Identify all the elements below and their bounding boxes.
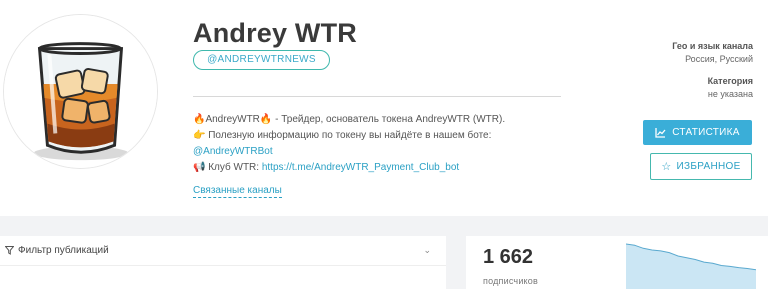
filter-label: Фильтр публикаций [18, 245, 109, 256]
bot-link[interactable]: @AndreyWTRBot [193, 146, 273, 157]
chevron-down-icon: ⌄ [423, 245, 431, 255]
description-line-1: 🔥AndreyWTR🔥 - Трейдер, основатель токена… [193, 112, 553, 128]
channel-handle-link[interactable]: @ANDREYWTRNEWS [193, 50, 330, 70]
filter-toggle[interactable]: Фильтр публикаций ⌄ [0, 236, 446, 266]
favorite-button[interactable]: ☆ ИЗБРАННОЕ [650, 153, 752, 180]
subscribers-count: 1 662 [483, 246, 534, 268]
avatar [3, 14, 158, 169]
club-bot-link[interactable]: https://t.me/AndreyWTR_Payment_Club_bot [262, 162, 459, 173]
trend-area [626, 244, 756, 289]
pointing-hand-icon: 👉 [193, 130, 206, 141]
fire-icon: 🔥 [193, 114, 206, 125]
geo-label: Гео и язык канала [672, 41, 753, 51]
subscribers-panel: 1 662 подписчиков [466, 236, 768, 289]
subscribers-trend-chart [626, 243, 756, 289]
statistics-button[interactable]: СТАТИСТИКА [643, 120, 752, 145]
category-label: Категория [707, 76, 753, 86]
whiskey-glass-icon [4, 15, 157, 168]
divider [193, 96, 561, 97]
geo-block: Гео и язык канала Россия, Русский [672, 41, 753, 64]
filter-icon [5, 246, 14, 255]
channel-description: 🔥AndreyWTR🔥 - Трейдер, основатель токена… [193, 112, 553, 176]
description-text: Полезную информацию по токену вы найдёте… [208, 130, 492, 141]
statistics-button-label: СТАТИСТИКА [672, 127, 740, 138]
description-line-2: 👉 Полезную информацию по токену вы найдё… [193, 128, 553, 144]
subscribers-label: подписчиков [483, 276, 538, 286]
category-block: Категория не указана [708, 76, 753, 99]
fire-icon: 🔥 [259, 114, 273, 125]
description-rest: - Трейдер, основатель токена AndreyWTR (… [272, 114, 506, 125]
chart-icon [655, 127, 666, 138]
description-line-4: 📢 Клуб WTR: https://t.me/AndreyWTR_Payme… [193, 160, 553, 176]
megaphone-icon: 📢 [193, 162, 206, 173]
star-icon: ☆ [661, 161, 672, 173]
favorite-button-label: ИЗБРАННОЕ [676, 161, 741, 172]
description-line-3: @AndreyWTRBot [193, 144, 553, 160]
channel-card: Andrey WTR @ANDREYWTRNEWS 🔥AndreyWTR🔥 - … [0, 0, 768, 216]
related-channels-link[interactable]: Связанные каналы [193, 185, 282, 198]
geo-value: Россия, Русский [685, 54, 753, 64]
category-value: не указана [707, 89, 753, 99]
club-label: Клуб WTR: [208, 162, 262, 173]
filter-panel: Фильтр публикаций ⌄ [0, 236, 446, 289]
description-name: AndreyWTR [205, 114, 260, 125]
channel-title: Andrey WTR [193, 18, 357, 48]
